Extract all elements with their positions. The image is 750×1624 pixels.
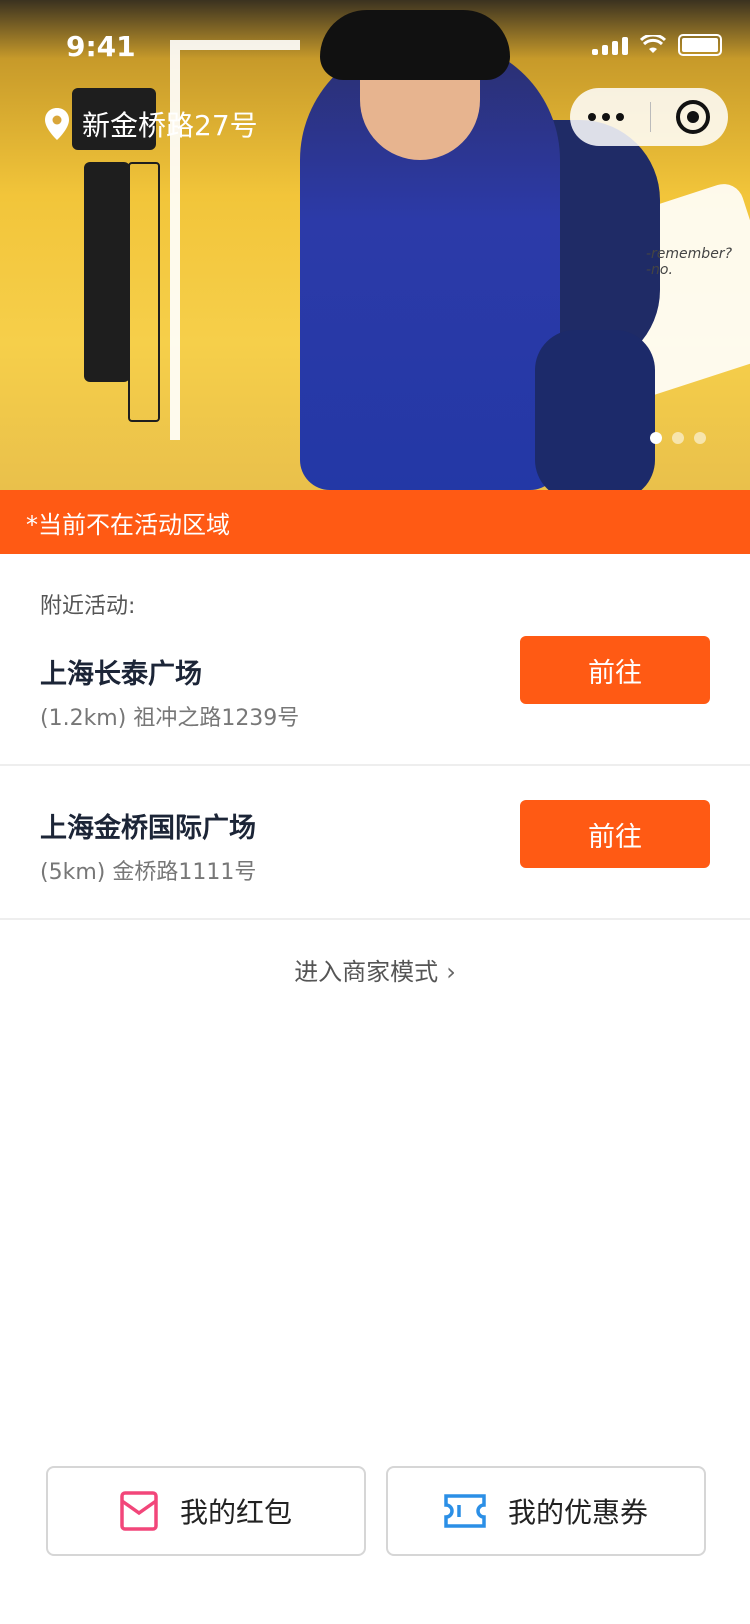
out-of-area-notice: *当前不在活动区域 bbox=[0, 490, 750, 554]
my-red-packet-button[interactable]: 我的红包 bbox=[46, 1466, 366, 1556]
red-envelope-icon bbox=[120, 1491, 158, 1531]
miniprogram-capsule bbox=[570, 88, 728, 146]
banner-pager bbox=[650, 432, 706, 444]
promo-banner[interactable]: -remember? -no. 9:41 新金桥路27号 bbox=[0, 0, 750, 490]
venue-name: 上海长泰广场 bbox=[40, 659, 202, 690]
venue-address: (1.2km) 祖冲之路1239号 bbox=[40, 706, 300, 731]
banner-art-sticker-vertical bbox=[84, 162, 130, 382]
location-pin-icon bbox=[45, 108, 69, 140]
banner-art-calligraphy bbox=[170, 40, 300, 440]
target-icon[interactable] bbox=[676, 100, 710, 134]
venue-name: 上海金桥国际广场 bbox=[40, 813, 256, 844]
capsule-divider bbox=[649, 102, 651, 132]
pager-dot bbox=[672, 432, 684, 444]
go-button[interactable]: 前往 bbox=[520, 636, 710, 704]
cellular-signal-icon bbox=[592, 35, 628, 55]
venue-row: 上海金桥国际广场 (5km) 金桥路1111号 前往 bbox=[0, 766, 750, 920]
my-red-packet-label: 我的红包 bbox=[179, 1496, 292, 1529]
banner-art-model-3 bbox=[535, 330, 655, 490]
status-time: 9:41 bbox=[66, 30, 136, 63]
location-text: 新金桥路27号 bbox=[82, 109, 258, 142]
merchant-mode-label: 进入商家模式 bbox=[294, 958, 439, 986]
venue-address: (5km) 金桥路1111号 bbox=[40, 860, 257, 885]
banner-art-sticker-outline bbox=[128, 162, 160, 422]
current-location[interactable]: 新金桥路27号 bbox=[44, 104, 258, 144]
banner-decor-text: -remember? -no. bbox=[646, 246, 732, 278]
pager-dot bbox=[650, 432, 662, 444]
wifi-icon bbox=[640, 35, 666, 53]
pager-dot bbox=[694, 432, 706, 444]
coupon-ticket-icon bbox=[444, 1494, 486, 1528]
my-coupons-label: 我的优惠券 bbox=[507, 1496, 648, 1529]
battery-icon bbox=[678, 34, 722, 56]
banner-art-hat bbox=[320, 10, 510, 80]
more-dots-icon[interactable] bbox=[588, 113, 624, 121]
go-button[interactable]: 前往 bbox=[520, 800, 710, 868]
chevron-right-icon: › bbox=[446, 958, 456, 986]
my-coupons-button[interactable]: 我的优惠券 bbox=[386, 1466, 706, 1556]
merchant-mode-link[interactable]: 进入商家模式 › bbox=[0, 952, 750, 987]
status-icons bbox=[592, 34, 722, 56]
venue-row: 上海长泰广场 (1.2km) 祖冲之路1239号 前往 bbox=[0, 612, 750, 766]
